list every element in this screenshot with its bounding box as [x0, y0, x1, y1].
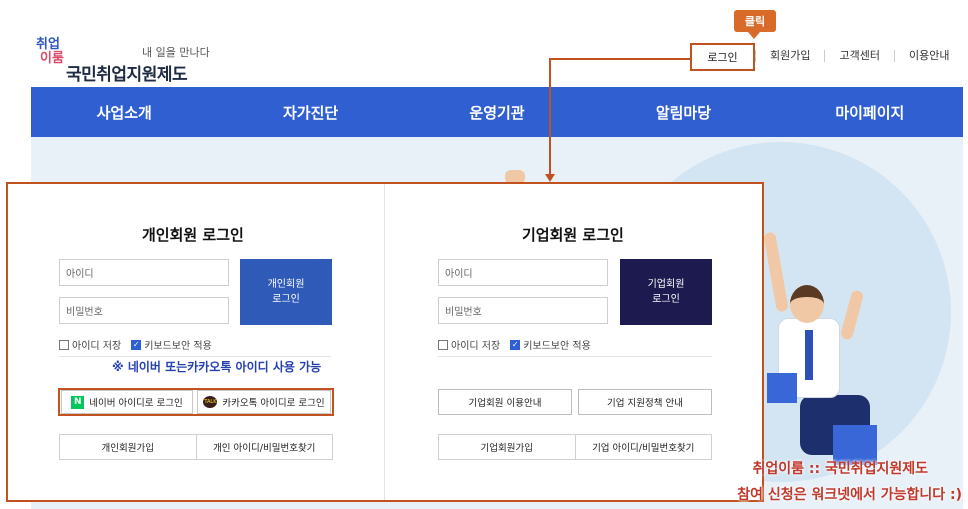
corporate-checkbox-row: 아이디 저장 ✓ 키보드보안 적용	[438, 337, 591, 352]
caption-line-2: 참여 신청은 워크넷에서 가능합니다 :)	[737, 487, 962, 503]
corporate-account-links: 기업회원가입 기업 아이디/비밀번호찾기	[438, 434, 712, 460]
naver-icon: N	[71, 395, 85, 409]
social-login-note: ※ 네이버 또는카카오톡 아이디 사용 가능	[112, 360, 322, 374]
logo-slogan: 내 일을 만나다	[142, 46, 210, 59]
corporate-save-id-checkbox[interactable]	[438, 339, 448, 350]
click-annotation-tag: 클릭	[734, 10, 776, 39]
mainnav-business-intro[interactable]: 사업소개	[31, 102, 217, 123]
corporate-login-label-2: 로그인	[652, 294, 680, 305]
personal-save-id-label: 아이디 저장	[72, 341, 122, 352]
panel-divider	[384, 184, 385, 500]
main-nav: 사업소개 자가진단 운영기관 알림마당 마이페이지	[31, 87, 963, 137]
personal-separator	[59, 356, 331, 357]
personal-keyboard-security-label: 키보드보안 적용	[144, 341, 212, 352]
topnav-login-link[interactable]: 로그인	[690, 43, 755, 71]
personal-checkbox-row: 아이디 저장 ✓ 키보드보안 적용	[59, 337, 212, 352]
person-head	[790, 285, 824, 323]
decorative-box	[767, 373, 797, 403]
personal-save-id-checkbox[interactable]	[59, 339, 69, 350]
corporate-save-id-label: 아이디 저장	[451, 341, 501, 352]
mainnav-operating-agencies[interactable]: 운영기관	[404, 102, 590, 123]
person-tie	[805, 330, 813, 380]
corporate-login-title: 기업회원 로그인	[522, 226, 624, 244]
caption-line-1: 취업이룸 :: 국민취업지원제도	[752, 461, 928, 477]
personal-find-account-button[interactable]: 개인 아이디/비밀번호찾기	[195, 435, 333, 459]
corporate-separator	[438, 356, 712, 357]
topnav-signup[interactable]: 회원가입	[755, 50, 824, 62]
corporate-password-input[interactable]: 비밀번호	[438, 297, 608, 324]
personal-login-label-2: 로그인	[272, 294, 300, 305]
personal-login-button[interactable]: 개인회원 로그인	[240, 259, 332, 325]
kakao-login-button[interactable]: TALK 카카오톡 아이디로 로그인	[197, 390, 331, 414]
login-panel: 개인회원 로그인 아이디 비밀번호 개인회원 로그인 아이디 저장 ✓ 키보드보…	[6, 182, 764, 502]
mainnav-my-page[interactable]: 마이페이지	[777, 102, 963, 123]
mainnav-self-diagnosis[interactable]: 자가진단	[217, 102, 403, 123]
corporate-login-button[interactable]: 기업회원 로그인	[620, 259, 712, 325]
annotation-arrow-head	[545, 174, 555, 182]
caption-overlay: 취업이룸 :: 국민취업지원제도 참여 신청은 워크넷에서 가능합니다 :)	[737, 456, 962, 508]
logo-mark-line1: 취업	[36, 37, 60, 52]
corporate-policy-button[interactable]: 기업 지원정책 안내	[578, 389, 712, 415]
annotation-connector-horizontal	[549, 58, 691, 60]
kakao-icon: TALK	[203, 396, 218, 408]
corporate-guide-button[interactable]: 기업회원 이용안내	[438, 389, 572, 415]
personal-account-links: 개인회원가입 개인 아이디/비밀번호찾기	[59, 434, 333, 460]
personal-login-label-1: 개인회원	[267, 279, 305, 290]
corporate-find-account-button[interactable]: 기업 아이디/비밀번호찾기	[574, 435, 712, 459]
logo-mark-line2: 이룸	[40, 51, 64, 66]
mainnav-notices[interactable]: 알림마당	[590, 102, 776, 123]
topnav-guide[interactable]: 이용안내	[893, 50, 963, 62]
site-logo[interactable]: 취업 이룸 내 일을 만나다 국민취업지원제도	[36, 38, 256, 86]
personal-signup-button[interactable]: 개인회원가입	[60, 435, 196, 459]
corporate-login-label-1: 기업회원	[647, 279, 685, 290]
corporate-keyboard-security-label: 키보드보안 적용	[523, 341, 591, 352]
corporate-signup-button[interactable]: 기업회원가입	[439, 435, 575, 459]
corporate-id-input[interactable]: 아이디	[438, 259, 608, 286]
topnav-support[interactable]: 고객센터	[824, 50, 893, 62]
kakao-login-label: 카카오톡 아이디로 로그인	[222, 398, 325, 409]
annotation-connector-vertical	[549, 58, 551, 176]
naver-login-label: 네이버 아이디로 로그인	[89, 398, 183, 409]
corporate-keyboard-security-checkbox[interactable]: ✓	[510, 339, 521, 350]
logo-name: 국민취업지원제도	[66, 65, 188, 85]
personal-id-input[interactable]: 아이디	[59, 259, 229, 286]
naver-login-button[interactable]: N 네이버 아이디로 로그인	[61, 390, 193, 414]
personal-keyboard-security-checkbox[interactable]: ✓	[131, 339, 142, 350]
logo-mark: 취업 이룸	[36, 38, 64, 66]
personal-login-title: 개인회원 로그인	[142, 226, 244, 244]
personal-password-input[interactable]: 비밀번호	[59, 297, 229, 324]
